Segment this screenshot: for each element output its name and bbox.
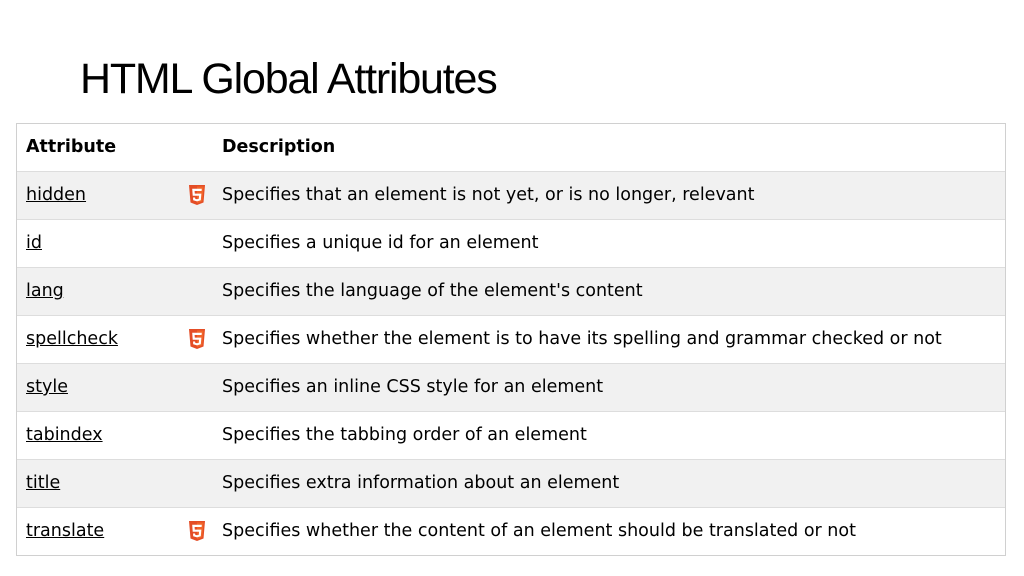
- table-body: hidden Specifies that an element is not y…: [17, 171, 1005, 555]
- description-cell: Specifies a unique id for an element: [222, 233, 539, 253]
- description-cell: Specifies the language of the element's …: [222, 281, 643, 301]
- table-row: lang Specifies the language of the elemen…: [17, 267, 1005, 315]
- description-cell: Specifies that an element is not yet, or…: [222, 185, 755, 205]
- attribute-cell: spellcheck: [17, 315, 178, 363]
- badge-cell: [178, 315, 213, 363]
- table-header-row: Attribute Description: [17, 124, 1005, 171]
- slide: HTML Global Attributes Attribute Descrip…: [0, 0, 1024, 576]
- attribute-cell: title: [17, 459, 178, 507]
- html5-icon: [188, 185, 206, 205]
- badge-column-header: [178, 124, 213, 171]
- attribute-cell: tabindex: [17, 411, 178, 459]
- attribute-link-id[interactable]: id: [26, 233, 42, 253]
- attribute-link-style[interactable]: style: [26, 377, 68, 397]
- description-cell: Specifies whether the content of an elem…: [222, 521, 856, 542]
- table-row: translate Specifies whether the content o…: [17, 507, 1005, 555]
- table-row: id Specifies a unique id for an element: [17, 219, 1005, 267]
- attribute-cell: lang: [17, 267, 178, 315]
- description-cell: Specifies an inline CSS style for an ele…: [222, 377, 604, 397]
- attribute-link-spellcheck[interactable]: spellcheck: [26, 329, 118, 349]
- attribute-cell: style: [17, 363, 178, 411]
- description-cell: Specifies extra information about an ele…: [222, 473, 620, 493]
- html5-icon: [188, 329, 206, 349]
- table-row: spellcheck Specifies whether the element …: [17, 315, 1005, 363]
- attribute-cell: hidden: [17, 171, 178, 219]
- attribute-link-hidden[interactable]: hidden: [26, 185, 86, 205]
- attribute-link-lang[interactable]: lang: [26, 281, 64, 301]
- page-title: HTML Global Attributes: [80, 55, 498, 103]
- attribute-link-title[interactable]: title: [26, 473, 60, 493]
- html5-icon: [188, 521, 206, 542]
- description-cell: Specifies whether the element is to have…: [222, 329, 942, 349]
- attribute-column-header: Attribute: [17, 124, 178, 171]
- table-row: tabindex Specifies the tabbing order of a…: [17, 411, 1005, 459]
- description-column-header: Description: [213, 124, 1005, 171]
- badge-cell: [178, 459, 213, 507]
- attribute-cell: translate: [17, 507, 178, 555]
- badge-cell: [178, 219, 213, 267]
- description-cell: Specifies the tabbing order of an elemen…: [222, 425, 587, 445]
- badge-cell: [178, 267, 213, 315]
- attribute-link-tabindex[interactable]: tabindex: [26, 425, 103, 445]
- attributes-table: Attribute Description hidden Specifies th…: [17, 124, 1005, 555]
- attribute-cell: id: [17, 219, 178, 267]
- attribute-link-translate[interactable]: translate: [26, 521, 104, 541]
- badge-cell: [178, 411, 213, 459]
- table-row: hidden Specifies that an element is not y…: [17, 171, 1005, 219]
- table-row: style Specifies an inline CSS style for a…: [17, 363, 1005, 411]
- badge-cell: [178, 171, 213, 219]
- badge-cell: [178, 363, 213, 411]
- badge-cell: [178, 507, 213, 555]
- table-row: title Specifies extra information about a…: [17, 459, 1005, 507]
- attributes-table-container: Attribute Description hidden Specifies th…: [16, 123, 1006, 556]
